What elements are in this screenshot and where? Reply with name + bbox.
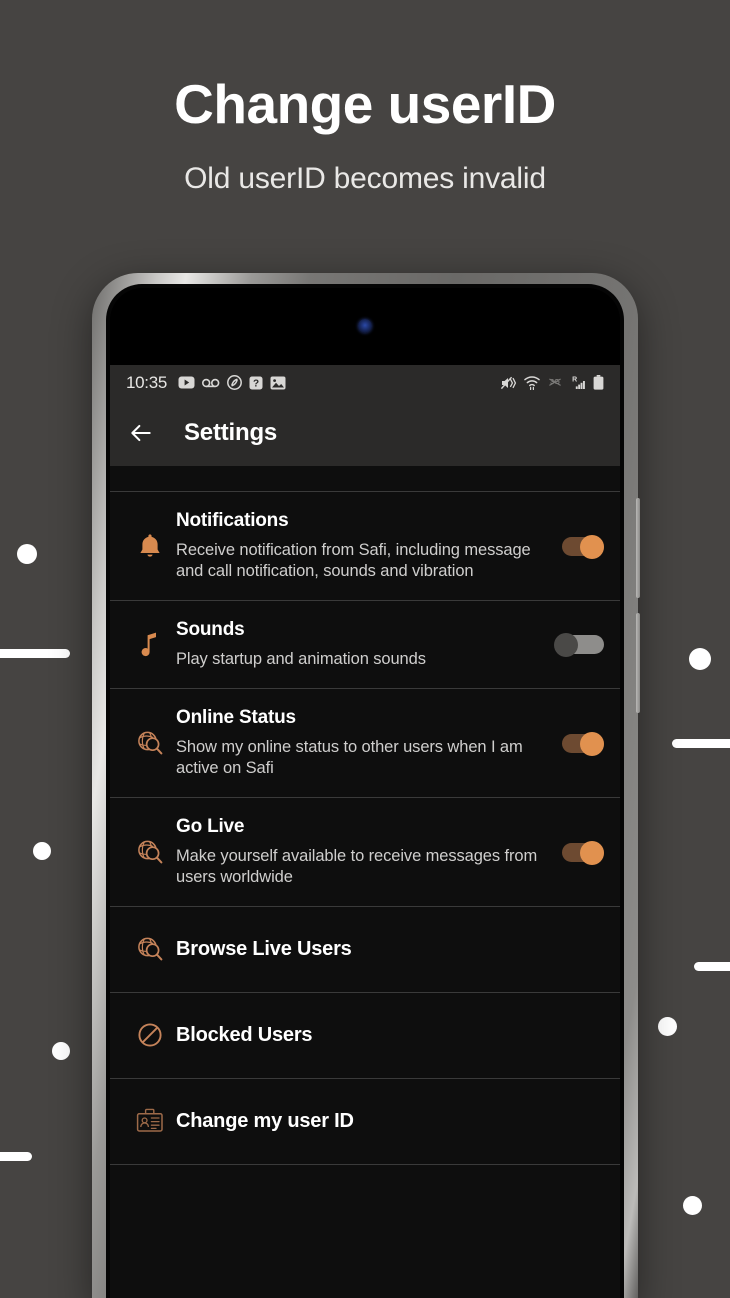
settings-row-title: Notifications: [176, 510, 289, 531]
deco-dot-right-2: [658, 1017, 677, 1036]
page-title: Settings: [184, 419, 278, 446]
deco-bar-left-1: [0, 649, 70, 658]
settings-row-description: Show my online status to other users whe…: [176, 737, 523, 777]
shazam-icon: [227, 375, 242, 390]
deco-dot-right-1: [689, 648, 711, 670]
settings-row-title: Go Live: [176, 815, 245, 837]
deco-bar-right-1: [672, 739, 730, 748]
phone-screen-bezel: 10:35 ? 3G R Settings Notifications Rece…: [106, 284, 624, 1298]
deco-dot-left-2: [33, 842, 51, 860]
settings-row-title: Browse Live Users: [176, 938, 352, 961]
svg-text:?: ?: [253, 378, 259, 389]
volume-down-button[interactable]: [636, 613, 640, 713]
promo-text-block: Change userID Old userID becomes invalid: [0, 0, 730, 196]
settings-row-body: Change my user ID: [176, 1109, 604, 1133]
go-live-toggle[interactable]: [552, 840, 604, 865]
settings-row-title: Blocked Users: [176, 1024, 313, 1047]
app-bar: Settings: [110, 400, 620, 466]
settings-row-title: Online Status: [176, 706, 296, 728]
mobile-data-3g-icon: 3G: [549, 377, 561, 386]
settings-row-sounds[interactable]: Sounds Play startup and animation sounds: [110, 601, 620, 689]
promo-headline: Change userID: [174, 73, 556, 135]
settings-row-body: Go Live Make yourself available to recei…: [176, 816, 552, 888]
status-bar-right: 3G R: [500, 375, 604, 391]
settings-row-body: Notifications Receive notification from …: [176, 510, 552, 582]
globe-search-icon: [124, 838, 176, 866]
deco-dot-right-3: [683, 1196, 702, 1215]
notifications-toggle[interactable]: [552, 535, 604, 559]
svg-text:R: R: [572, 376, 577, 383]
settings-row-title: Change my user ID: [176, 1110, 354, 1133]
signal-roaming-icon: R: [572, 376, 585, 389]
deco-dot-left-1: [17, 544, 37, 564]
settings-row-blocked-users[interactable]: Blocked Users: [110, 992, 620, 1079]
settings-row-go-live[interactable]: Go Live Make yourself available to recei…: [110, 797, 620, 907]
battery-icon: [593, 375, 604, 390]
voicemail-icon: [202, 378, 220, 387]
block-icon: [124, 1021, 176, 1049]
globe-search-icon: [124, 729, 176, 757]
settings-list: Notifications Receive notification from …: [110, 466, 620, 1298]
deco-bar-left-2: [0, 1152, 32, 1161]
volume-up-button[interactable]: [636, 498, 640, 598]
youtube-icon: [178, 376, 195, 389]
bell-icon: [124, 532, 176, 560]
settings-row-online-status[interactable]: Online Status Show my online status to o…: [110, 688, 620, 798]
photos-icon: [270, 376, 286, 389]
settings-row-change-user-id[interactable]: Change my user ID: [110, 1078, 620, 1165]
list-top-spacer: [110, 466, 620, 492]
phone-mockup: 10:35 ? 3G R Settings Notifications Rece…: [92, 273, 640, 1298]
settings-row-body: Sounds Play startup and animation sounds: [176, 619, 552, 670]
settings-row-body: Blocked Users: [176, 1023, 604, 1047]
settings-row-body: Browse Live Users: [176, 937, 604, 961]
phone-screen: 10:35 ? 3G R Settings Notifications Rece…: [110, 288, 620, 1298]
status-bar-left: 10:35 ?: [126, 373, 500, 393]
question-badge-icon: ?: [249, 376, 263, 389]
mute-vibrate-icon: [500, 376, 517, 389]
settings-row-notifications[interactable]: Notifications Receive notification from …: [110, 492, 620, 602]
settings-row-body: Online Status Show my online status to o…: [176, 707, 552, 779]
status-bar: 10:35 ? 3G R: [110, 365, 620, 400]
sounds-toggle[interactable]: [552, 633, 604, 658]
deco-dot-left-3: [52, 1042, 70, 1060]
settings-row-title: Sounds: [176, 619, 245, 641]
front-camera-icon: [358, 319, 372, 333]
id-badge-icon: [124, 1107, 176, 1135]
deco-bar-right-2: [694, 962, 730, 971]
status-bar-clock: 10:35: [126, 372, 168, 392]
settings-row-description: Receive notification from Safi, includin…: [176, 540, 531, 580]
settings-row-description: Make yourself available to receive messa…: [176, 846, 538, 886]
promo-subheadline: Old userID becomes invalid: [184, 161, 546, 195]
settings-row-browse-live-users[interactable]: Browse Live Users: [110, 906, 620, 993]
settings-row-description: Play startup and animation sounds: [176, 649, 426, 668]
phone-top-strip: [110, 288, 620, 365]
globe-search-icon: [124, 935, 176, 963]
music-note-icon: [124, 630, 176, 658]
wifi-icon: [524, 376, 540, 390]
back-arrow-icon[interactable]: [128, 420, 154, 446]
online-status-toggle[interactable]: [552, 731, 604, 756]
